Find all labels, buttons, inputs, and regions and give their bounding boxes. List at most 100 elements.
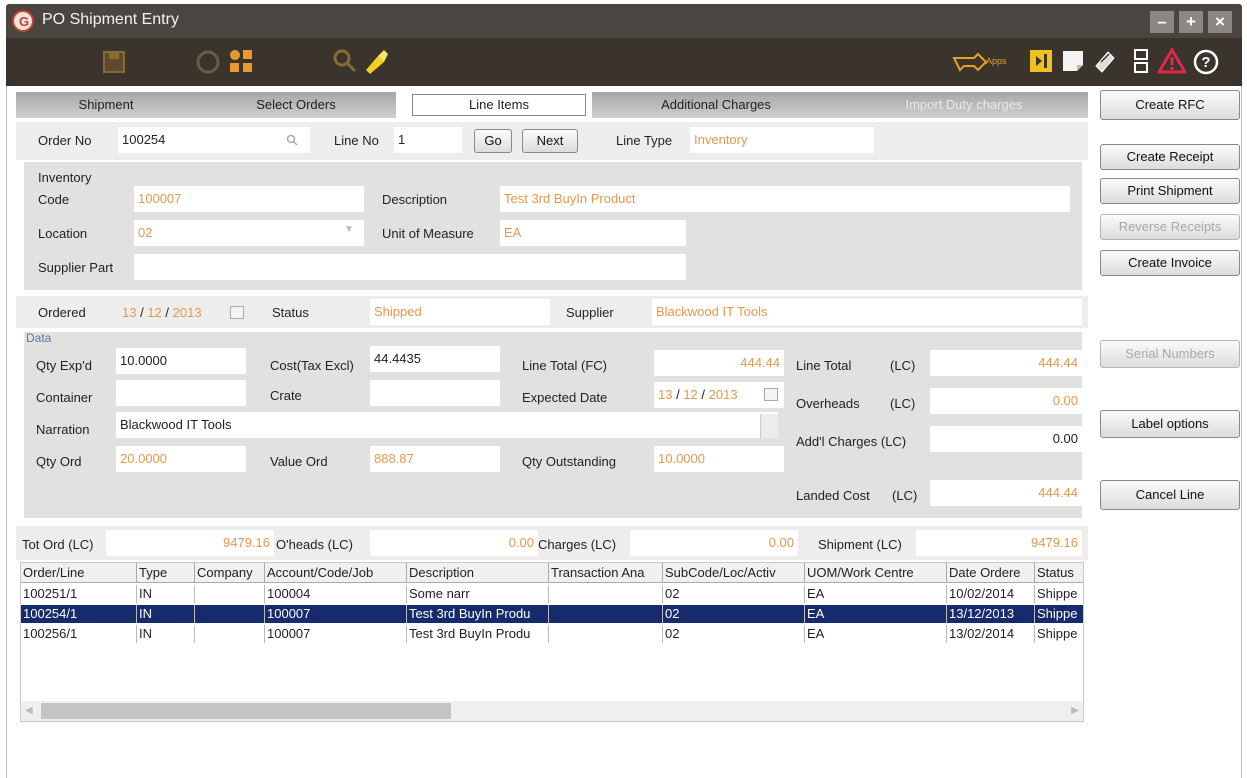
tab-shipment[interactable]: Shipment	[16, 92, 196, 118]
supplier-part-label: Supplier Part	[38, 260, 114, 275]
column-header-type[interactable]: Type	[137, 563, 195, 583]
key-icon[interactable]	[952, 52, 988, 72]
qty-exp-field[interactable]: 10.0000	[116, 348, 246, 374]
grid-cell: 02	[663, 585, 805, 603]
table-row[interactable]: 100251/1 IN 100004 Some narr 02 EA 10/02…	[21, 585, 1083, 603]
description-field[interactable]: Test 3rd BuyIn Product	[500, 186, 1070, 212]
line-total-fc-field: 444.44	[654, 350, 784, 376]
warning-icon[interactable]	[1158, 48, 1186, 74]
app-logo-icon: G	[12, 10, 34, 32]
help-icon[interactable]: ?	[1192, 48, 1220, 76]
export-icon[interactable]	[1028, 48, 1054, 74]
supplier-part-field[interactable]	[134, 254, 686, 280]
code-field[interactable]: 100007	[134, 186, 364, 212]
grid-cell: Test 3rd BuyIn Produ	[407, 605, 549, 623]
addl-charges-field[interactable]: 0.00	[930, 426, 1082, 452]
column-header-account[interactable]: Account/Code/Job	[265, 563, 407, 583]
calendar-icon[interactable]	[230, 306, 244, 319]
crate-field[interactable]	[370, 380, 500, 406]
location-field[interactable]: 02	[134, 220, 364, 246]
landed-cost-unit: (LC)	[892, 488, 918, 503]
minimize-icon[interactable]: –	[1150, 11, 1174, 33]
create-invoice-button[interactable]: Create Invoice	[1100, 250, 1240, 276]
next-button[interactable]: Next	[522, 129, 578, 153]
tab-line-items[interactable]: Line Items	[412, 94, 586, 116]
print-shipment-button[interactable]: Print Shipment	[1100, 178, 1240, 204]
column-header-description[interactable]: Description	[407, 563, 549, 583]
narration-scrollbar[interactable]	[760, 414, 778, 438]
grid-cell: Some narr	[407, 585, 549, 603]
note-icon[interactable]	[1060, 48, 1086, 74]
tab-select-orders[interactable]: Select Orders	[196, 92, 396, 118]
order-no-field[interactable]: 100254	[118, 127, 310, 153]
column-header-subcode[interactable]: SubCode/Loc/Activ	[663, 563, 805, 583]
layout-icon[interactable]	[1132, 48, 1152, 74]
expected-date-label: Expected Date	[522, 390, 608, 405]
flashlight-icon[interactable]	[360, 46, 390, 76]
serial-numbers-button[interactable]: Serial Numbers	[1100, 340, 1240, 368]
scrollbar-thumb[interactable]	[41, 703, 451, 719]
column-header-transaction-analysis[interactable]: Transaction Ana	[549, 563, 663, 583]
maximize-icon[interactable]: +	[1179, 11, 1203, 33]
narration-field[interactable]: Blackwood IT Tools	[116, 412, 778, 438]
location-label: Location	[38, 226, 88, 241]
grid-cell: 13/12/2013	[947, 605, 1035, 623]
attach-icon[interactable]	[1092, 48, 1118, 74]
description-label: Description	[382, 192, 448, 207]
inventory-group-label: Inventory	[38, 170, 92, 185]
grid-cell: EA	[805, 605, 947, 623]
horizontal-scrollbar[interactable]: ◀ ▶	[21, 701, 1083, 721]
scroll-left-icon[interactable]: ◀	[25, 705, 33, 716]
line-no-field[interactable]: 1	[394, 127, 462, 153]
column-header-order-line[interactable]: Order/Line	[21, 563, 137, 583]
charges-label: Charges (LC)	[538, 537, 617, 552]
label-options-button[interactable]: Label options	[1100, 410, 1240, 438]
column-header-company[interactable]: Company	[195, 563, 265, 583]
landed-cost-label: Landed Cost	[796, 488, 870, 503]
overheads-unit: (LC)	[890, 396, 916, 411]
line-type-label: Line Type	[616, 133, 673, 148]
calendar-icon[interactable]	[764, 388, 778, 401]
cost-field[interactable]: 44.4435	[370, 346, 500, 372]
column-header-status[interactable]: Status	[1035, 563, 1083, 583]
narration-label: Narration	[36, 422, 90, 437]
refresh-icon[interactable]	[194, 48, 222, 76]
ordered-date-field[interactable]: 13 / 12 / 2013	[122, 305, 202, 320]
close-icon[interactable]: ×	[1208, 11, 1232, 33]
overheads-field: 0.00	[930, 388, 1082, 414]
container-field[interactable]	[116, 380, 246, 406]
grid-cell: 100007	[265, 605, 407, 623]
scroll-right-icon[interactable]: ▶	[1071, 705, 1079, 716]
column-header-date-ordered[interactable]: Date Ordere	[947, 563, 1035, 583]
table-row[interactable]: 100256/1 IN 100007 Test 3rd BuyIn Produ …	[21, 625, 1083, 643]
chevron-down-icon[interactable]: ▼	[344, 224, 354, 235]
grid-cell: 100007	[265, 625, 407, 643]
grid-cell: Shippe	[1037, 626, 1078, 641]
save-icon[interactable]	[102, 50, 126, 74]
order-no-label: Order No	[38, 133, 92, 148]
search-icon[interactable]	[332, 48, 358, 74]
grid-cell: EA	[805, 585, 947, 603]
title-bar: G PO Shipment Entry – + ×	[6, 4, 1242, 38]
uom-field[interactable]: EA	[500, 220, 686, 246]
qty-ord-field: 20.0000	[116, 446, 246, 472]
addl-charges-label: Add'l Charges (LC)	[796, 434, 907, 449]
grid-cell: 100251/1	[21, 585, 137, 603]
landed-cost-field: 444.44	[930, 480, 1082, 506]
grid-cell: 100256/1	[21, 625, 137, 643]
cancel-line-button[interactable]: Cancel Line	[1100, 480, 1240, 510]
tab-import-duty-charges[interactable]: Import Duty charges	[840, 92, 1088, 118]
apps-label[interactable]: Apps	[986, 56, 1007, 66]
column-header-uom[interactable]: UOM/Work Centre	[805, 563, 947, 583]
create-receipt-button[interactable]: Create Receipt	[1100, 144, 1240, 170]
grid-icon[interactable]	[228, 48, 254, 74]
go-button[interactable]: Go	[474, 129, 512, 153]
oheads-label: O'heads (LC)	[276, 537, 353, 552]
reverse-receipts-button[interactable]: Reverse Receipts	[1100, 214, 1240, 240]
tab-additional-charges[interactable]: Additional Charges	[592, 92, 840, 118]
table-row-selected[interactable]: 100254/1 IN 100007 Test 3rd BuyIn Produ …	[21, 605, 1083, 623]
grid-cell	[195, 605, 265, 623]
search-icon[interactable]	[286, 134, 298, 146]
create-rfc-button[interactable]: Create RFC	[1100, 90, 1240, 120]
grid-cell: 100254/1	[21, 605, 137, 623]
